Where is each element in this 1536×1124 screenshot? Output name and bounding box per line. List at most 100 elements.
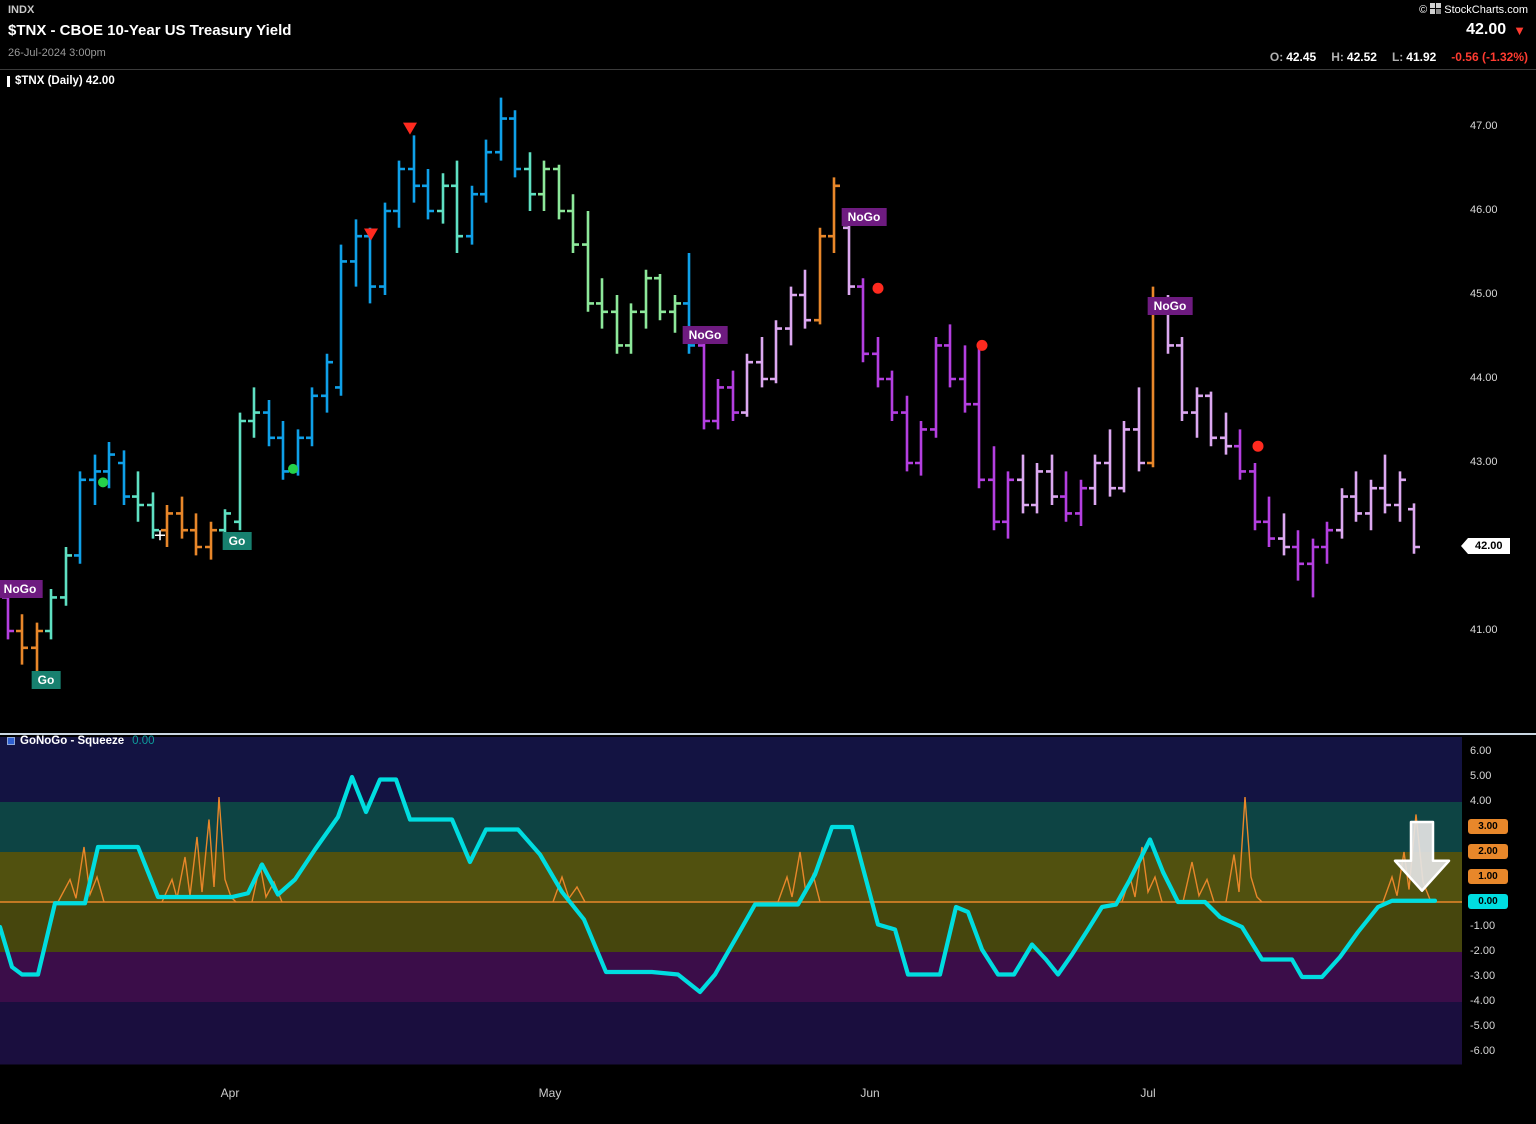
price-bar [901, 396, 913, 472]
copyright-symbol: © [1419, 4, 1427, 16]
price-bar [147, 492, 159, 538]
squeeze-panel-label-text: GoNoGo - Squeeze [20, 735, 124, 747]
price-bar [1002, 471, 1014, 538]
price-bar [1249, 463, 1261, 530]
price-bar [60, 547, 72, 606]
price-bar [74, 471, 86, 563]
squeeze-band [0, 952, 1462, 1002]
price-bar [364, 228, 376, 304]
price-bar [234, 413, 246, 531]
price-bar [1365, 480, 1377, 530]
nogo-triangle-marker [364, 229, 378, 241]
price-bar [1162, 295, 1174, 354]
nogo-triangle-marker [403, 123, 417, 135]
main-panel-label: $TNX (Daily) 42.00 [7, 75, 115, 87]
price-bar [176, 497, 188, 539]
price-bar [698, 341, 710, 429]
price-bar [1191, 387, 1203, 437]
nogo-dot-marker [873, 283, 884, 294]
ohlc-row: O:42.45 H:42.52 L:41.92 -0.56 (-1.32%) [1270, 50, 1528, 64]
price-bar [1379, 455, 1391, 514]
price-bar [2, 581, 14, 640]
panel-separator [0, 733, 1536, 735]
chart-canvas [0, 0, 1536, 1124]
nogo-dot-marker [1253, 441, 1264, 452]
price-bar [451, 161, 463, 253]
price-bar [828, 177, 840, 253]
price-bar [1336, 488, 1348, 538]
price-bar [1205, 392, 1217, 447]
stockcharts-logo-icon [1430, 3, 1441, 17]
price-bar [1133, 387, 1145, 471]
panel-collapse-icon[interactable] [7, 76, 10, 87]
price-bar [248, 387, 260, 437]
price-bar [31, 623, 43, 673]
price-bar [1234, 429, 1246, 479]
price-bar [538, 161, 550, 211]
price-bar [1350, 471, 1362, 521]
price-bar [495, 98, 507, 161]
price-bar [161, 505, 173, 547]
copyright-text: StockCharts.com [1444, 4, 1528, 16]
price-bar [988, 446, 1000, 530]
stockcharts-copyright-link[interactable]: © StockCharts.com [1419, 3, 1528, 17]
price-bar [1017, 455, 1029, 514]
price-bar [524, 152, 536, 211]
price-bar [1394, 471, 1406, 521]
price-bar [1118, 421, 1130, 492]
last-price: 42.00 [1466, 21, 1506, 39]
price-bar [1307, 539, 1319, 598]
price-bar [1263, 497, 1275, 547]
price-bar [350, 219, 362, 286]
price-bar [930, 337, 942, 438]
price-bar [205, 522, 217, 560]
plus-marker [155, 530, 165, 540]
price-bar [1046, 455, 1058, 505]
price-bar [669, 295, 681, 333]
price-bar [1292, 530, 1304, 580]
squeeze-band [0, 737, 1462, 802]
price-bar [1104, 429, 1116, 496]
nogo-dot-marker [977, 340, 988, 351]
price-bar [1321, 522, 1333, 564]
price-bar [611, 295, 623, 354]
price-bar [712, 379, 724, 429]
price-bar [625, 303, 637, 353]
price-bar [770, 320, 782, 383]
price-bar [1031, 463, 1043, 513]
price-bar [654, 274, 666, 320]
price-bar [379, 203, 391, 295]
price-bar [1075, 480, 1087, 526]
price-bar [393, 161, 405, 228]
chart-window: INDX $TNX - CBOE 10-Year US Treasury Yie… [0, 0, 1536, 1124]
open-value: O:42.45 [1270, 50, 1316, 64]
chart-title: $TNX - CBOE 10-Year US Treasury Yield [8, 22, 291, 39]
price-bar [422, 169, 434, 219]
price-bar [785, 287, 797, 346]
price-bar [1220, 413, 1232, 455]
price-bar [727, 371, 739, 421]
squeeze-panel-value: 0.00 [132, 735, 154, 747]
chart-datetime: 26-Jul-2024 3:00pm [8, 47, 106, 59]
price-bar [1147, 287, 1159, 468]
price-bar [567, 194, 579, 253]
price-bar [335, 245, 347, 396]
price-bar [683, 253, 695, 354]
price-bar [596, 278, 608, 328]
price-bar [118, 450, 130, 505]
squeeze-band [0, 1002, 1462, 1065]
price-bar [1408, 503, 1420, 553]
go-dot-marker [288, 464, 298, 474]
price-bar [466, 186, 478, 245]
price-bar [408, 135, 420, 202]
price-bar [1060, 471, 1072, 521]
squeeze-panel-icon[interactable] [7, 737, 15, 745]
go-dot-marker [223, 536, 233, 546]
price-bar [45, 589, 57, 639]
price-bar [959, 345, 971, 412]
go-dot-marker [98, 477, 108, 487]
header: INDX $TNX - CBOE 10-Year US Treasury Yie… [0, 0, 1536, 70]
price-bar [640, 270, 652, 329]
price-bar [306, 387, 318, 446]
price-bar [857, 278, 869, 362]
